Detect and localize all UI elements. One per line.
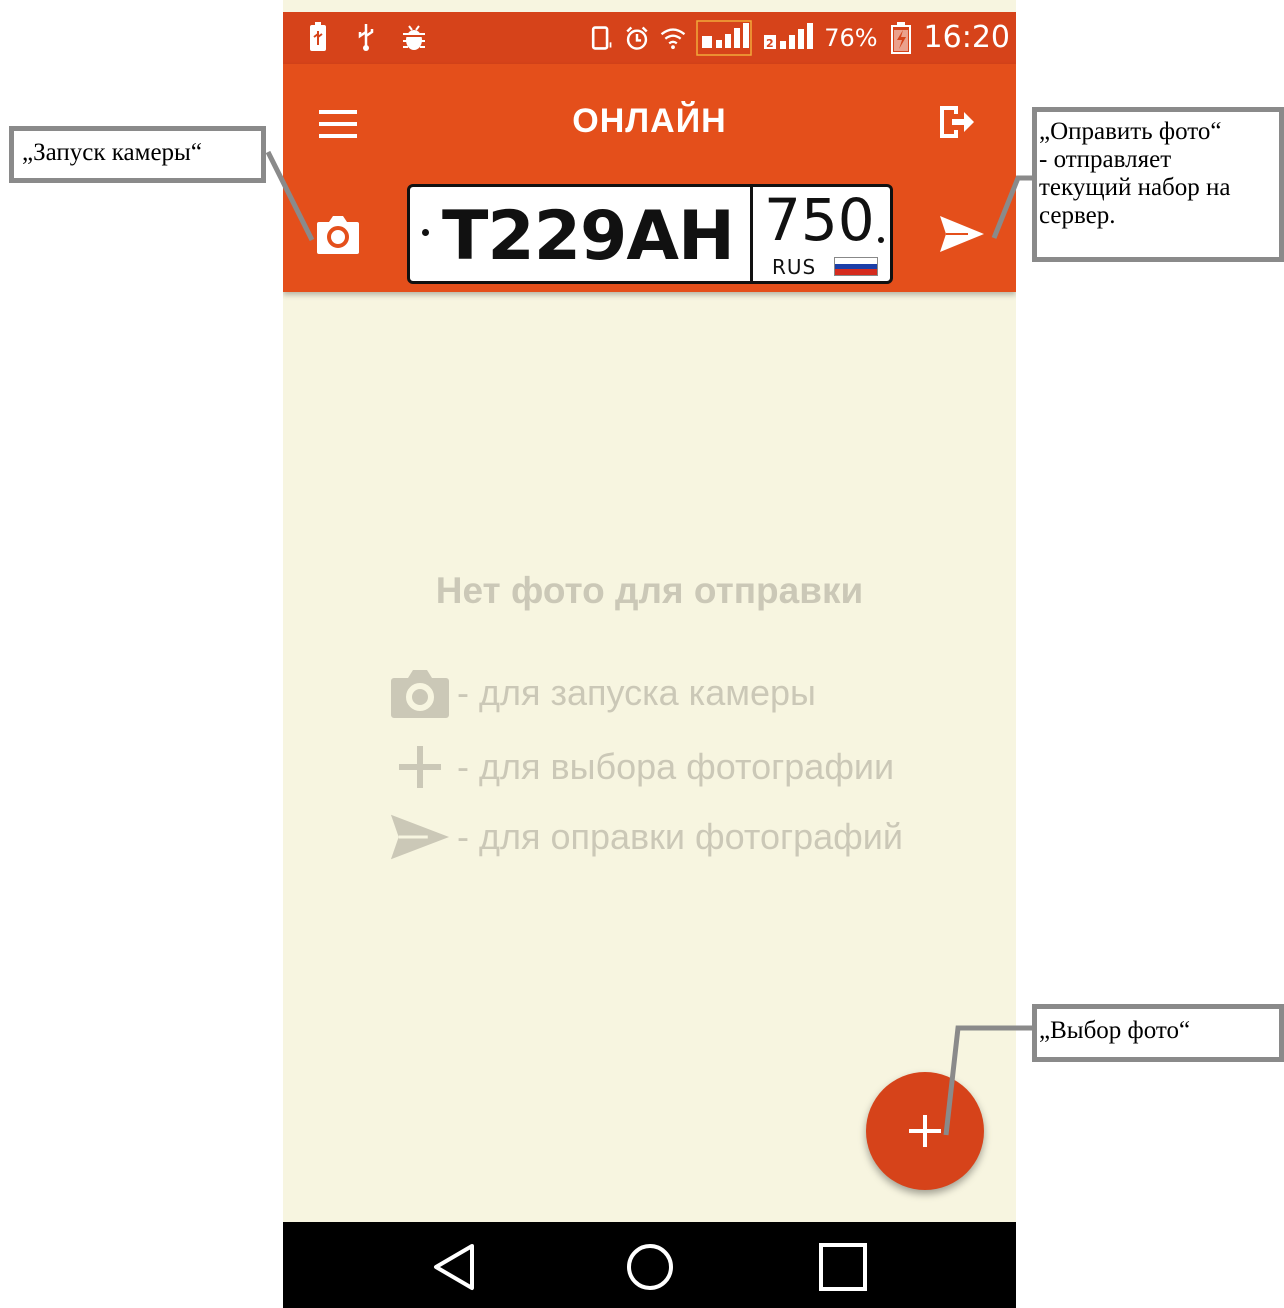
hint-send: - для оправки фотографий xyxy=(389,806,903,868)
recents-button[interactable] xyxy=(818,1242,868,1292)
home-button[interactable] xyxy=(625,1242,675,1292)
back-button[interactable] xyxy=(430,1242,480,1292)
battery-percent: 76% xyxy=(824,23,878,52)
page-title: ОНЛАЙН xyxy=(572,102,727,140)
signal-sim1-icon xyxy=(696,19,752,56)
exit-icon xyxy=(940,106,974,138)
license-plate[interactable]: Т229АН 750 RUS xyxy=(407,184,893,284)
camera-icon xyxy=(317,216,359,254)
send-icon xyxy=(940,216,984,252)
plus-icon xyxy=(909,1115,941,1147)
phone-screen: 2 76% 16:20 ОНЛАЙН Т229АН 750 RUS Нет фо… xyxy=(283,0,1016,1308)
add-photo-button[interactable] xyxy=(866,1072,984,1190)
callout-pick: „Выбор фото“ xyxy=(1032,1004,1284,1062)
empty-state-title: Нет фото для отправки xyxy=(435,570,864,611)
hint-plus: - для выбора фотографии xyxy=(389,736,894,798)
plate-dot xyxy=(422,229,429,236)
debug-icon xyxy=(401,22,427,52)
callout-send-line3: текущий набор на xyxy=(1039,174,1231,201)
app-bar: ОНЛАЙН Т229АН 750 RUS xyxy=(283,64,1016,292)
callout-send-line4: сервер. xyxy=(1039,202,1116,229)
callout-send-title: „Оправить фото“ xyxy=(1039,118,1222,145)
recents-icon xyxy=(819,1243,867,1291)
logout-button[interactable] xyxy=(936,102,976,142)
navigation-bar xyxy=(283,1222,1016,1308)
hint-plus-text: - для выбора фотографии xyxy=(457,746,895,787)
alarm-icon xyxy=(624,23,650,53)
send-icon xyxy=(389,806,451,868)
callout-pick-text: „Выбор фото“ xyxy=(1039,1017,1191,1044)
usb-icon xyxy=(353,22,379,52)
callout-camera-text: „Запуск камеры“ xyxy=(22,139,202,166)
vibrate-icon xyxy=(588,23,614,53)
plate-region: 750 xyxy=(764,186,875,254)
hint-camera-text: - для запуска камеры xyxy=(457,672,816,713)
plate-number: Т229АН xyxy=(442,197,735,276)
plate-divider xyxy=(750,187,753,281)
callout-send: „Оправить фото“ - отправляет текущий наб… xyxy=(1032,107,1284,262)
battery-charging-icon xyxy=(888,21,914,54)
home-icon xyxy=(627,1244,673,1290)
signal-sim2-icon: 2 xyxy=(762,22,814,53)
hint-camera: - для запуска камеры xyxy=(389,662,816,724)
wifi-icon xyxy=(660,23,686,53)
status-bar: 2 76% 16:20 xyxy=(283,12,1016,64)
plus-icon xyxy=(389,736,451,798)
camera-icon xyxy=(389,662,451,724)
hint-send-text: - для оправки фотографий xyxy=(457,816,904,857)
plate-country: RUS xyxy=(772,255,817,279)
camera-button[interactable] xyxy=(315,212,361,256)
russia-flag-icon xyxy=(834,257,878,276)
callout-camera: „Запуск камеры“ xyxy=(9,126,266,183)
region-dot xyxy=(878,237,884,243)
usb-charge-icon xyxy=(305,22,331,52)
clock: 16:20 xyxy=(923,20,1010,55)
send-button[interactable] xyxy=(938,212,986,256)
callout-send-line2: - отправляет xyxy=(1039,146,1172,173)
svg-text:2: 2 xyxy=(766,37,774,50)
back-icon xyxy=(434,1244,474,1290)
